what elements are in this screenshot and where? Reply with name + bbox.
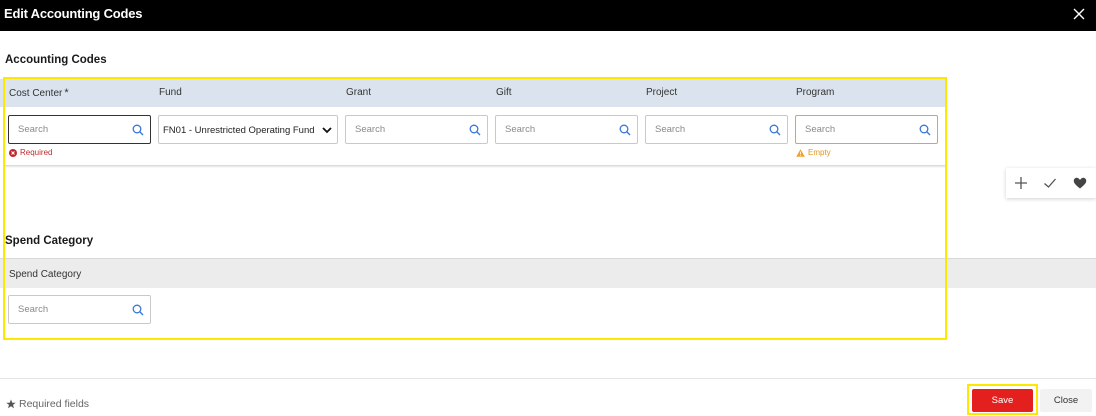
program-warning: Empty bbox=[796, 148, 831, 157]
warning-icon bbox=[796, 148, 805, 157]
search-icon[interactable] bbox=[132, 124, 144, 136]
required-star: * bbox=[64, 87, 69, 99]
fund-select[interactable]: FN01 - Unrestricted Operating Fund bbox=[158, 115, 338, 144]
spend-category-input[interactable] bbox=[8, 295, 151, 324]
column-header-spend-category: Spend Category bbox=[9, 269, 82, 280]
save-button[interactable]: Save bbox=[972, 389, 1033, 412]
column-header-program: Program bbox=[796, 87, 835, 98]
column-header-gift: Gift bbox=[496, 87, 512, 98]
required-star-icon bbox=[6, 399, 16, 409]
spend-category-grid-header: Spend Category bbox=[0, 258, 1096, 288]
gift-input[interactable] bbox=[495, 115, 638, 144]
spend-category-section-title: Spend Category bbox=[5, 235, 94, 247]
search-icon[interactable] bbox=[919, 124, 931, 136]
accounting-grid-header: Cost Center * Fund Grant Gift Project Pro… bbox=[0, 79, 945, 107]
gift-search-field[interactable] bbox=[496, 116, 637, 143]
cost-center-error: Required bbox=[9, 148, 52, 157]
required-fields-text: Required fields bbox=[19, 398, 90, 410]
error-icon bbox=[9, 148, 17, 157]
program-search-field[interactable] bbox=[796, 116, 937, 143]
accounting-section-title: Accounting Codes bbox=[5, 54, 107, 66]
program-input[interactable] bbox=[795, 115, 938, 144]
close-icon[interactable] bbox=[1070, 5, 1088, 23]
row-action-toolbar bbox=[1006, 168, 1096, 198]
search-icon[interactable] bbox=[619, 124, 631, 136]
cost-center-label: Cost Center bbox=[9, 88, 63, 99]
column-header-grant: Grant bbox=[346, 87, 372, 98]
fund-selected-value: FN01 - Unrestricted Operating Fund bbox=[163, 125, 315, 136]
check-icon[interactable] bbox=[1043, 176, 1057, 190]
project-search-field[interactable] bbox=[646, 116, 787, 143]
required-fields-note: Required fields bbox=[6, 398, 89, 410]
search-icon[interactable] bbox=[769, 124, 781, 136]
required-message: Required bbox=[20, 148, 53, 157]
column-header-cost-center: Cost Center * bbox=[9, 87, 69, 99]
grant-search-field[interactable] bbox=[346, 116, 487, 143]
dialog-title: Edit Accounting Codes bbox=[4, 6, 143, 21]
column-header-project: Project bbox=[646, 87, 678, 98]
dialog-header: Edit Accounting Codes bbox=[0, 0, 1096, 31]
heart-icon[interactable] bbox=[1073, 176, 1087, 190]
empty-message: Empty bbox=[808, 148, 831, 157]
row-divider bbox=[5, 165, 946, 168]
footer-divider bbox=[0, 378, 1096, 379]
grant-input[interactable] bbox=[345, 115, 488, 144]
close-button[interactable]: Close bbox=[1040, 389, 1092, 412]
plus-icon[interactable] bbox=[1014, 176, 1028, 190]
search-icon[interactable] bbox=[132, 304, 144, 316]
chevron-down-icon bbox=[322, 127, 332, 134]
spend-category-search-field[interactable] bbox=[9, 296, 150, 323]
column-header-fund: Fund bbox=[159, 87, 182, 98]
project-input[interactable] bbox=[645, 115, 788, 144]
cost-center-search-field[interactable] bbox=[9, 116, 150, 143]
search-icon[interactable] bbox=[469, 124, 481, 136]
cost-center-input[interactable] bbox=[8, 115, 151, 144]
